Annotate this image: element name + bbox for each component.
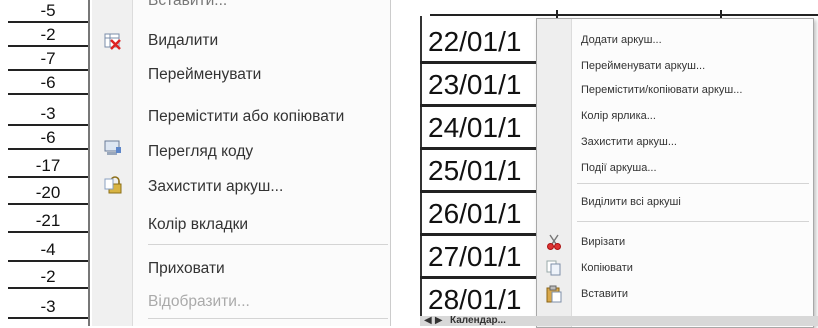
menu-item-protect-sheet[interactable]: Захистити аркуш... xyxy=(581,131,677,153)
cell-number[interactable]: -17 xyxy=(8,155,88,178)
cell-number[interactable]: -6 xyxy=(8,127,88,150)
menu-item-protect-sheet[interactable]: Захистити аркуш... xyxy=(148,174,283,200)
sheet-context-menu-right: Додати аркуш... Перейменувати аркуш... П… xyxy=(536,18,814,328)
menu-item-cut[interactable]: Вирізати xyxy=(581,231,625,253)
tab-scroll-arrows[interactable]: ◀ ▶ xyxy=(424,316,443,326)
column-divider xyxy=(88,0,90,326)
cell-number[interactable]: -2 xyxy=(8,266,88,289)
menu-item-add-sheet[interactable]: Додати аркуш... xyxy=(581,29,662,51)
menu-item-select-all-sheets[interactable]: Виділити всі аркуші xyxy=(581,191,681,213)
delete-sheet-icon xyxy=(104,32,122,50)
sheet-tab[interactable]: Календар... xyxy=(450,316,506,326)
cell-number[interactable]: -21 xyxy=(8,210,88,233)
cell-number[interactable]: -7 xyxy=(8,48,88,71)
menu-separator xyxy=(577,221,809,222)
menu-item-view-code[interactable]: Перегляд коду xyxy=(148,139,253,165)
menu-icon-bar xyxy=(537,19,572,327)
menu-item-paste[interactable]: Вставити xyxy=(581,283,628,305)
sheet-tab-bar: ◀ ▶ Календар... xyxy=(420,316,818,326)
protect-sheet-icon xyxy=(104,176,122,194)
menu-item-sheet-events[interactable]: Події аркуша... xyxy=(581,157,657,179)
menu-item-rename-sheet[interactable]: Перейменувати аркуш... xyxy=(581,55,705,77)
cell-number[interactable]: -4 xyxy=(8,239,88,262)
menu-item-copy[interactable]: Копіювати xyxy=(581,257,633,279)
cell-number[interactable]: -3 xyxy=(8,296,88,319)
menu-separator xyxy=(148,318,388,319)
menu-separator xyxy=(577,183,809,184)
menu-separator xyxy=(148,244,388,245)
cut-icon xyxy=(545,233,563,251)
menu-item-tab-color[interactable]: Колір вкладки xyxy=(148,212,248,238)
paste-icon xyxy=(545,285,563,303)
cell-number[interactable]: -20 xyxy=(8,182,88,205)
cell-number[interactable]: -6 xyxy=(8,72,88,95)
copy-icon xyxy=(545,259,563,277)
view-code-icon xyxy=(104,139,122,157)
menu-item-rename[interactable]: Перейменувати xyxy=(148,62,261,88)
menu-item-delete[interactable]: Видалити xyxy=(148,28,218,54)
menu-item-insert[interactable]: Вставити... xyxy=(148,0,227,14)
cell-number[interactable]: -5 xyxy=(8,0,88,23)
menu-item-tab-color[interactable]: Колір ярлика... xyxy=(581,105,656,127)
menu-item-move-copy-sheet[interactable]: Перемістити/копіювати аркуш... xyxy=(581,79,742,101)
numbers-column: -5 -2 -7 -6 -3 -6 -17 -20 -21 -4 -2 -3 xyxy=(0,0,92,326)
sheet-context-menu-left: Вставити... Видалити Перейменувати Перем… xyxy=(92,0,391,326)
menu-item-hide[interactable]: Приховати xyxy=(148,256,225,282)
cell-number[interactable]: -2 xyxy=(8,24,88,47)
cell-number[interactable]: -3 xyxy=(8,103,88,126)
menu-item-move-copy[interactable]: Перемістити або копіювати xyxy=(148,104,344,130)
menu-item-unhide: Відобразити... xyxy=(148,293,250,310)
